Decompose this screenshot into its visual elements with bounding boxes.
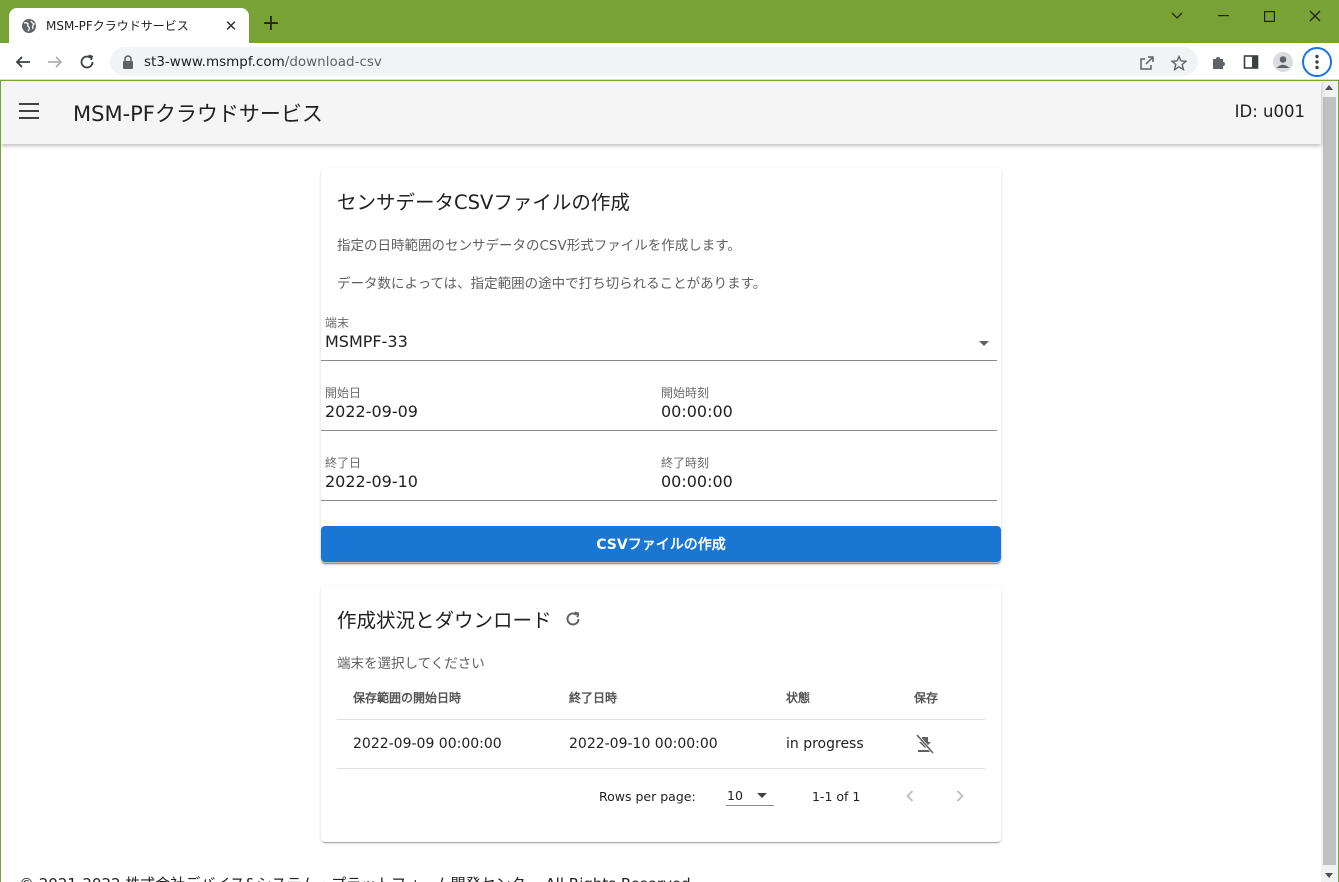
cell-start: 2022-09-09 00:00:00 <box>353 736 502 752</box>
select-device-hint: 端末を選択してください <box>337 656 485 672</box>
next-page-icon[interactable] <box>949 785 971 807</box>
status-table: 保存範囲の開始日時 終了日時 状態 保存 2022-09-09 00:00:00… <box>337 676 985 769</box>
csv-create-card: センサデータCSVファイルの作成 指定の日時範囲のセンサデータのCSV形式ファイ… <box>321 168 1001 563</box>
rows-per-page-select[interactable]: 10 <box>726 780 774 806</box>
reload-button[interactable] <box>74 49 100 75</box>
start-date-label: 開始日 <box>325 386 362 400</box>
create-csv-button[interactable]: CSVファイルの作成 <box>321 526 1001 562</box>
minimize-button[interactable] <box>1209 5 1237 27</box>
end-date-field[interactable]: 終了日 2022-09-10 <box>321 454 657 500</box>
refresh-icon[interactable] <box>564 610 582 628</box>
footer-copyright: © 2021-2022 株式会社デバイス&システム・プラットフォーム開発センター… <box>19 873 691 882</box>
browser-tab[interactable]: MSM-PFクラウドサービス ✕ <box>9 8 249 43</box>
share-icon[interactable] <box>1135 51 1159 75</box>
start-date-value: 2022-09-09 <box>325 402 418 421</box>
page-range: 1-1 of 1 <box>812 789 861 804</box>
tab-title: MSM-PFクラウドサービス <box>46 19 189 33</box>
scroll-thumb[interactable] <box>1323 97 1336 865</box>
bookmark-star-icon[interactable] <box>1167 51 1191 75</box>
end-date-label: 終了日 <box>325 456 362 470</box>
dropdown-caret-icon <box>757 793 767 798</box>
end-time-field[interactable]: 終了時刻 00:00:00 <box>657 454 997 500</box>
close-window-button[interactable] <box>1301 5 1329 27</box>
url-host: st3-www.msmpf.com <box>144 53 285 70</box>
page-viewport: MSM-PFクラウドサービス ID: u001 センサデータCSVファイルの作成… <box>1 81 1338 882</box>
table-pagination: Rows per page: 10 1-1 of 1 <box>321 776 1001 816</box>
end-date-value: 2022-09-10 <box>325 472 418 491</box>
col-end: 終了日時 <box>569 691 618 705</box>
start-time-field[interactable]: 開始時刻 00:00:00 <box>657 384 997 430</box>
side-panel-icon[interactable] <box>1239 50 1263 74</box>
maximize-button[interactable] <box>1255 5 1283 27</box>
description-2: データ数によっては、指定範囲の途中で打ち切られることがあります。 <box>337 276 767 292</box>
cell-status: in progress <box>786 736 864 752</box>
browser-toolbar: st3-www.msmpf.com/download-csv <box>0 43 1339 80</box>
browser-menu-button[interactable] <box>1302 47 1332 77</box>
new-tab-button[interactable]: + <box>260 13 282 36</box>
scroll-up-arrow-icon[interactable] <box>1325 85 1333 90</box>
start-date-field[interactable]: 開始日 2022-09-09 <box>321 384 657 430</box>
table-row: 2022-09-09 00:00:00 2022-09-10 00:00:00 … <box>337 720 985 769</box>
more-vert-icon <box>1315 54 1319 70</box>
rows-per-page-value: 10 <box>727 788 743 803</box>
profile-avatar-icon[interactable] <box>1271 50 1295 74</box>
csv-create-title: センサデータCSVファイルの作成 <box>337 191 630 214</box>
end-time-value: 00:00:00 <box>661 472 733 491</box>
arrow-right-icon <box>48 56 63 68</box>
start-row: 開始日 2022-09-09 開始時刻 00:00:00 <box>321 384 997 431</box>
file-download-off-icon <box>915 734 935 754</box>
address-bar[interactable]: st3-www.msmpf.com/download-csv <box>110 47 1198 76</box>
chevron-down-icon[interactable] <box>1163 5 1191 27</box>
back-button[interactable] <box>10 49 36 75</box>
url-text: st3-www.msmpf.com/download-csv <box>144 54 382 70</box>
device-select[interactable]: 端末 MSMPF-33 <box>321 314 997 361</box>
status-download-card: 作成状況とダウンロード 端末を選択してください 保存範囲の開始日時 終了日時 状… <box>321 586 1001 842</box>
end-time-label: 終了時刻 <box>661 456 710 470</box>
end-row: 終了日 2022-09-10 終了時刻 00:00:00 <box>321 454 997 501</box>
status-title: 作成状況とダウンロード <box>337 609 552 632</box>
cell-end: 2022-09-10 00:00:00 <box>569 736 718 752</box>
description-1: 指定の日時範囲のセンサデータのCSV形式ファイルを作成します。 <box>337 238 741 254</box>
user-id: ID: u001 <box>1234 102 1305 121</box>
extensions-puzzle-icon[interactable] <box>1207 50 1231 74</box>
menu-hamburger-icon[interactable] <box>19 103 39 119</box>
browser-titlebar: MSM-PFクラウドサービス ✕ + <box>0 0 1339 43</box>
device-label: 端末 <box>325 316 350 330</box>
page-scrollbar[interactable] <box>1321 81 1338 882</box>
prev-page-icon[interactable] <box>899 785 921 807</box>
start-time-value: 00:00:00 <box>661 402 733 421</box>
col-status: 状態 <box>786 691 811 705</box>
dropdown-caret-icon <box>979 341 989 346</box>
scroll-down-arrow-icon[interactable] <box>1325 873 1333 878</box>
rows-per-page-label: Rows per page: <box>599 789 696 804</box>
tab-close-icon[interactable]: ✕ <box>223 17 239 35</box>
col-save: 保存 <box>914 691 939 705</box>
lock-icon <box>123 54 133 69</box>
col-start: 保存範囲の開始日時 <box>353 691 462 705</box>
app-title: MSM-PFクラウドサービス <box>73 102 323 126</box>
app-bar: MSM-PFクラウドサービス ID: u001 <box>1 81 1321 144</box>
start-time-label: 開始時刻 <box>661 386 710 400</box>
arrow-left-icon <box>15 56 30 68</box>
globe-icon <box>22 18 36 33</box>
table-header: 保存範囲の開始日時 終了日時 状態 保存 <box>337 676 985 720</box>
url-path: /download-csv <box>284 53 382 70</box>
reload-icon <box>80 54 94 69</box>
device-value: MSMPF-33 <box>325 332 408 351</box>
forward-button[interactable] <box>42 49 68 75</box>
